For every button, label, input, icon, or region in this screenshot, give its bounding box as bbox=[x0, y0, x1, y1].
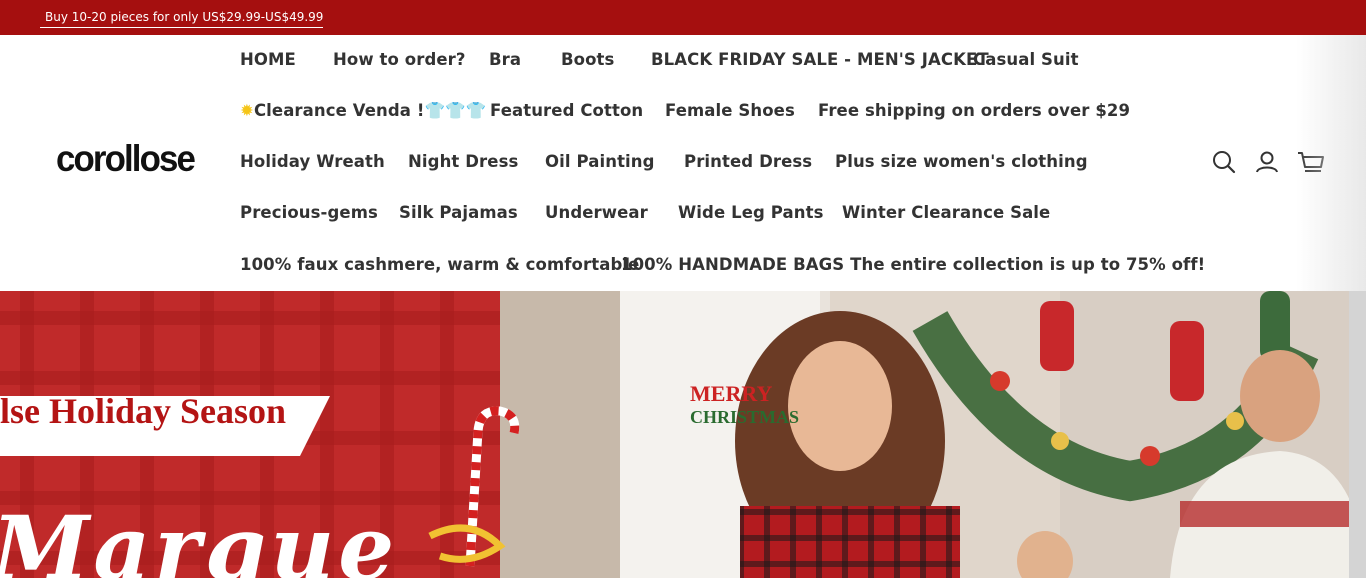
account-icon[interactable] bbox=[1254, 149, 1280, 175]
nav-item-precious-gems[interactable]: Precious-gems bbox=[240, 198, 378, 228]
nav-item-black-friday-sale[interactable]: BLACK FRIDAY SALE - MEN'S JACKET bbox=[651, 45, 989, 75]
svg-text:CHRISTMAS: CHRISTMAS bbox=[690, 407, 799, 427]
announcement-bar: Buy 10-20 pieces for only US$29.99-US$49… bbox=[0, 0, 1366, 35]
nav-item-free-shipping[interactable]: Free shipping on orders over $29 bbox=[818, 96, 1130, 126]
tshirt-icons: 👕👕👕 bbox=[424, 101, 487, 120]
nav-item-handmade-bags[interactable]: 100% HANDMADE BAGS The entire collection… bbox=[621, 250, 1205, 280]
hero-sign-text: MERRY bbox=[690, 381, 772, 406]
brand-logo-wordmark: corollose bbox=[56, 141, 196, 177]
hero-headline: lse Holiday Season bbox=[0, 391, 287, 431]
nav-item-holiday-wreath[interactable]: Holiday Wreath bbox=[240, 147, 385, 177]
nav-item-faux-cashmere[interactable]: 100% faux cashmere, warm & comfortable bbox=[240, 250, 639, 280]
sun-icon: ✹ bbox=[240, 101, 254, 120]
hero-banner[interactable]: MERRY CHRISTMAS lse Holiday Season Marqu… bbox=[0, 291, 1366, 578]
scrollbar-track[interactable] bbox=[1349, 291, 1366, 578]
nav-item-home[interactable]: HOME bbox=[240, 45, 296, 75]
nav-item-underwear[interactable]: Underwear bbox=[545, 198, 648, 228]
nav-item-casual-suit[interactable]: Casual Suit bbox=[973, 45, 1079, 75]
brand-logo[interactable]: corollose bbox=[56, 141, 196, 177]
nav-item-how-to-order[interactable]: How to order? bbox=[333, 45, 466, 75]
nav-item-clearance-venda[interactable]: ✹Clearance Venda !👕👕👕 bbox=[240, 96, 486, 126]
nav-item-boots[interactable]: Boots bbox=[561, 45, 614, 75]
header-edge-fade bbox=[1296, 35, 1366, 291]
announcement-link[interactable]: Buy 10-20 pieces for only US$29.99-US$49… bbox=[40, 9, 324, 28]
nav-item-female-shoes[interactable]: Female Shoes bbox=[665, 96, 795, 126]
nav-item-clearance-venda-label: Clearance Venda ! bbox=[253, 101, 425, 120]
search-icon[interactable] bbox=[1211, 149, 1237, 175]
hero-script-text: Marque bbox=[0, 496, 399, 578]
site-header: corollose HOME How to order? Bra Boots B… bbox=[0, 35, 1366, 291]
nav-item-printed-dress[interactable]: Printed Dress bbox=[684, 147, 812, 177]
nav-item-winter-clearance[interactable]: Winter Clearance Sale bbox=[842, 198, 1050, 228]
nav-item-bra[interactable]: Bra bbox=[489, 45, 521, 75]
nav-item-featured-cotton[interactable]: Featured Cotton bbox=[490, 96, 643, 126]
nav-item-silk-pajamas[interactable]: Silk Pajamas bbox=[399, 198, 518, 228]
nav-item-oil-painting[interactable]: Oil Painting bbox=[545, 147, 655, 177]
nav-item-night-dress[interactable]: Night Dress bbox=[408, 147, 518, 177]
svg-text:corollose: corollose bbox=[56, 141, 195, 177]
nav-item-wide-leg-pants[interactable]: Wide Leg Pants bbox=[678, 198, 824, 228]
nav-item-plus-size[interactable]: Plus size women's clothing bbox=[835, 147, 1088, 177]
